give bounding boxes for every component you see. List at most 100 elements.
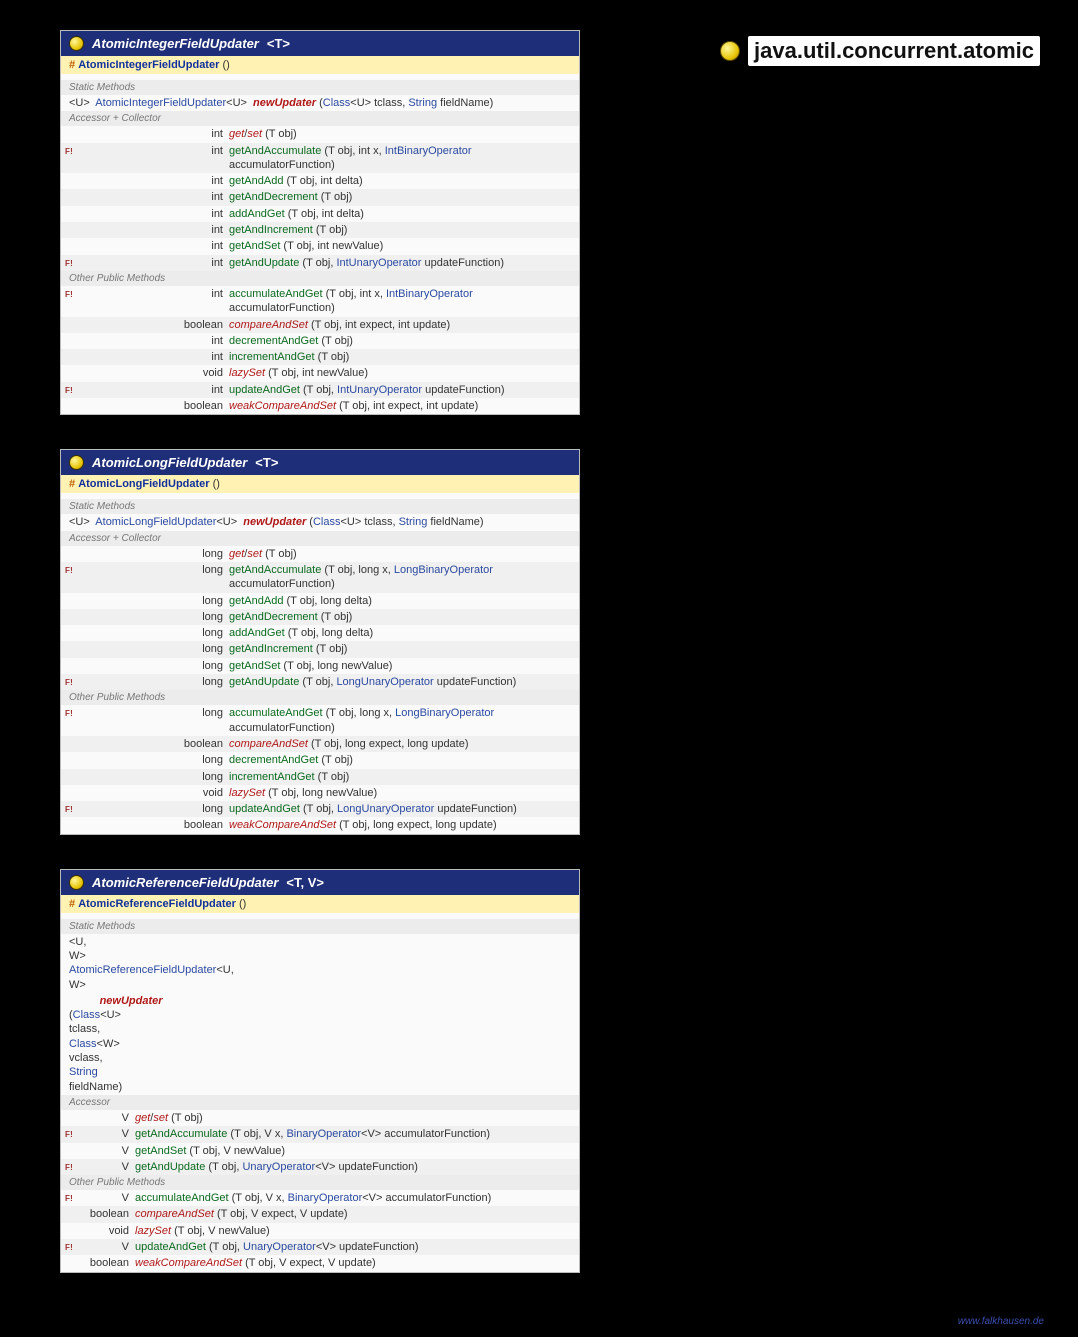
method-row: longgetAndSet (T obj, long newValue): [61, 658, 579, 674]
method-signature: compareAndSet (T obj, V expect, V update…: [135, 1207, 573, 1221]
return-type: long: [79, 802, 229, 816]
return-type: int: [79, 256, 229, 270]
return-type: long: [79, 706, 229, 720]
class-card-aifu: AtomicIntegerFieldUpdater <T># AtomicInt…: [60, 30, 580, 415]
method-signature: <U, W> AtomicReferenceFieldUpdater<U, W>: [69, 935, 83, 992]
method-signature: get/set (T obj): [135, 1111, 573, 1125]
constructor-row: # AtomicReferenceFieldUpdater (): [61, 895, 579, 913]
method-signature: weakCompareAndSet (T obj, int expect, in…: [229, 399, 573, 413]
method-signature: getAndSet (T obj, int newValue): [229, 239, 573, 253]
method-signature: weakCompareAndSet (T obj, V expect, V up…: [135, 1256, 573, 1270]
method-flag: F !: [65, 1194, 79, 1204]
method-row: booleanweakCompareAndSet (T obj, int exp…: [61, 398, 579, 414]
return-type: int: [79, 190, 229, 204]
method-signature: accumulateAndGet (T obj, long x, LongBin…: [229, 706, 573, 735]
method-flag: F !: [65, 386, 79, 396]
return-type: void: [79, 366, 229, 380]
return-type: int: [79, 383, 229, 397]
method-row: longaddAndGet (T obj, long delta): [61, 625, 579, 641]
class-generic: <T>: [267, 36, 290, 51]
method-row: F !intgetAndAccumulate (T obj, int x, In…: [61, 143, 579, 174]
return-type: boolean: [79, 1256, 135, 1270]
method-row: intgetAndIncrement (T obj): [61, 222, 579, 238]
method-signature: accumulateAndGet (T obj, int x, IntBinar…: [229, 287, 573, 316]
static-method-row: <U> AtomicLongFieldUpdater<U> newUpdater…: [61, 514, 579, 530]
method-signature: getAndIncrement (T obj): [229, 223, 573, 237]
return-type: void: [79, 786, 229, 800]
method-signature: decrementAndGet (T obj): [229, 753, 573, 767]
method-signature: <U> AtomicLongFieldUpdater<U> newUpdater…: [69, 515, 571, 529]
section-header: Accessor + Collector: [61, 111, 579, 126]
class-icon: [69, 875, 84, 890]
return-type: V: [79, 1240, 135, 1254]
method-flag: F !: [65, 147, 79, 157]
return-type: V: [79, 1191, 135, 1205]
method-row: F !longupdateAndGet (T obj, LongUnaryOpe…: [61, 801, 579, 817]
method-row: voidlazySet (T obj, long newValue): [61, 785, 579, 801]
class-icon: [69, 36, 84, 51]
package-title-text: java.util.concurrent.atomic: [748, 36, 1040, 66]
return-type: boolean: [79, 818, 229, 832]
method-flag: F !: [65, 1243, 79, 1253]
return-type: long: [79, 659, 229, 673]
return-type: long: [79, 770, 229, 784]
method-row: voidlazySet (T obj, V newValue): [61, 1223, 579, 1239]
class-card-arfu: AtomicReferenceFieldUpdater <T, V># Atom…: [60, 869, 580, 1273]
class-name: AtomicIntegerFieldUpdater: [92, 36, 259, 51]
return-type: int: [79, 144, 229, 158]
return-type: V: [79, 1127, 135, 1141]
class-name: AtomicReferenceFieldUpdater: [92, 875, 278, 890]
method-signature: compareAndSet (T obj, int expect, int up…: [229, 318, 573, 332]
return-type: int: [79, 174, 229, 188]
method-row: longdecrementAndGet (T obj): [61, 752, 579, 768]
method-row: F !longgetAndAccumulate (T obj, long x, …: [61, 562, 579, 593]
class-name: AtomicLongFieldUpdater: [92, 455, 247, 470]
method-row: intaddAndGet (T obj, int delta): [61, 206, 579, 222]
class-header: AtomicLongFieldUpdater <T>: [61, 450, 579, 475]
method-flag: F !: [65, 678, 79, 688]
method-row: booleanweakCompareAndSet (T obj, V expec…: [61, 1255, 579, 1271]
return-type: long: [79, 675, 229, 689]
static-method-row: <U> AtomicIntegerFieldUpdater<U> newUpda…: [61, 95, 579, 111]
method-signature: getAndAccumulate (T obj, long x, LongBin…: [229, 563, 573, 592]
method-flag: F !: [65, 709, 79, 719]
method-flag: F !: [65, 1130, 79, 1140]
method-signature: <U> AtomicIntegerFieldUpdater<U> newUpda…: [69, 96, 571, 110]
method-signature: getAndUpdate (T obj, IntUnaryOperator up…: [229, 256, 573, 270]
return-type: V: [79, 1144, 135, 1158]
return-type: int: [79, 207, 229, 221]
method-row: F !intupdateAndGet (T obj, IntUnaryOpera…: [61, 382, 579, 398]
method-signature: get/set (T obj): [229, 547, 573, 561]
method-row: longgetAndDecrement (T obj): [61, 609, 579, 625]
method-signature: addAndGet (T obj, long delta): [229, 626, 573, 640]
method-signature: getAndAccumulate (T obj, int x, IntBinar…: [229, 144, 573, 173]
method-signature: lazySet (T obj, V newValue): [135, 1224, 573, 1238]
method-row: booleancompareAndSet (T obj, long expect…: [61, 736, 579, 752]
method-row: booleancompareAndSet (T obj, V expect, V…: [61, 1206, 579, 1222]
method-row: F !intaccumulateAndGet (T obj, int x, In…: [61, 286, 579, 317]
method-row: intdecrementAndGet (T obj): [61, 333, 579, 349]
return-type: long: [79, 563, 229, 577]
return-type: long: [79, 642, 229, 656]
method-signature: weakCompareAndSet (T obj, long expect, l…: [229, 818, 573, 832]
return-type: int: [79, 223, 229, 237]
return-type: boolean: [79, 1207, 135, 1221]
footer-link[interactable]: www.falkhausen.de: [958, 1316, 1044, 1327]
method-signature: decrementAndGet (T obj): [229, 334, 573, 348]
method-signature: updateAndGet (T obj, UnaryOperator<V> up…: [135, 1240, 573, 1254]
method-row: intgetAndAdd (T obj, int delta): [61, 173, 579, 189]
section-header: Static Methods: [61, 80, 579, 95]
return-type: boolean: [79, 737, 229, 751]
method-row: booleancompareAndSet (T obj, int expect,…: [61, 317, 579, 333]
return-type: long: [79, 594, 229, 608]
method-signature: getAndSet (T obj, long newValue): [229, 659, 573, 673]
class-header: AtomicReferenceFieldUpdater <T, V>: [61, 870, 579, 895]
method-signature: getAndAccumulate (T obj, V x, BinaryOper…: [135, 1127, 573, 1141]
return-type: int: [79, 334, 229, 348]
method-row: F !longgetAndUpdate (T obj, LongUnaryOpe…: [61, 674, 579, 690]
section-header: Other Public Methods: [61, 1175, 579, 1190]
class-card-alfu: AtomicLongFieldUpdater <T># AtomicLongFi…: [60, 449, 580, 834]
method-row: F !VgetAndAccumulate (T obj, V x, Binary…: [61, 1126, 579, 1142]
method-row: intget/set (T obj): [61, 126, 579, 142]
method-signature: addAndGet (T obj, int delta): [229, 207, 573, 221]
